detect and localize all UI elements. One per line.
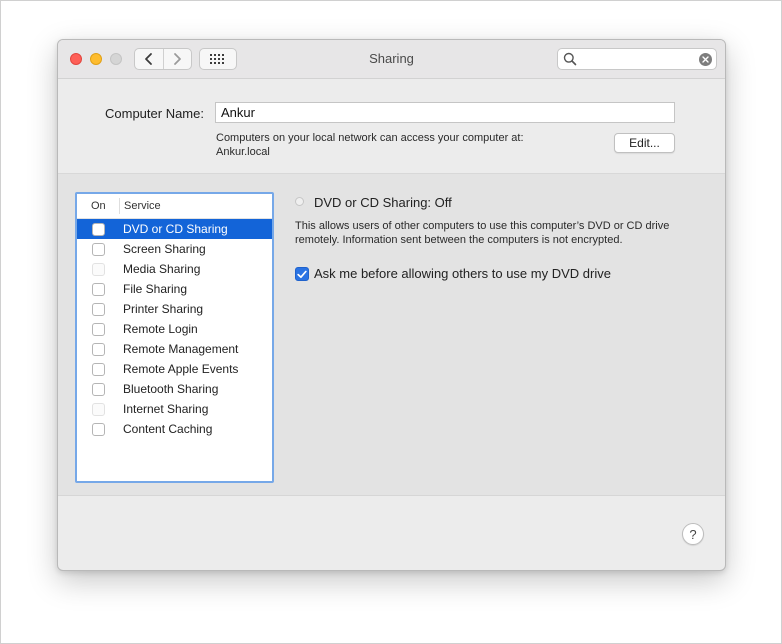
edit-button[interactable]: Edit... [614,133,675,153]
service-checkbox [92,403,105,416]
service-checkbox [92,263,105,276]
column-divider [119,198,120,214]
computer-name-section: Computer Name: Computers on your local n… [58,79,725,174]
service-name: DVD or CD Sharing [123,222,228,236]
service-checkbox[interactable] [92,383,105,396]
service-row-content-caching[interactable]: Content Caching [77,419,272,439]
service-row-media-sharing[interactable]: Media Sharing [77,259,272,279]
service-row-dvd-or-cd-sharing[interactable]: DVD or CD Sharing [77,219,272,239]
network-address-description: Computers on your local network can acce… [216,131,524,159]
service-name: Remote Apple Events [123,362,239,376]
clear-search-button[interactable] [699,53,712,66]
service-status: DVD or CD Sharing: Off [295,195,452,210]
service-row-internet-sharing[interactable]: Internet Sharing [77,399,272,419]
service-row-remote-apple-events[interactable]: Remote Apple Events [77,359,272,379]
service-checkbox[interactable] [92,343,105,356]
service-checkbox[interactable] [92,423,105,436]
service-name: Bluetooth Sharing [123,382,219,396]
service-row-remote-login[interactable]: Remote Login [77,319,272,339]
service-name: File Sharing [123,282,188,296]
local-hostname: Ankur.local [216,146,270,158]
service-row-screen-sharing[interactable]: Screen Sharing [77,239,272,259]
service-name: Content Caching [123,422,213,436]
service-name: Remote Login [123,322,198,336]
service-checkbox[interactable] [92,303,105,316]
sharing-window: Sharing Computer Name: Computers on your… [57,39,726,571]
column-header-on: On [91,200,106,212]
service-name: Printer Sharing [123,302,204,316]
checkmark-icon [297,270,307,278]
service-row-file-sharing[interactable]: File Sharing [77,279,272,299]
service-name: Remote Management [123,342,239,356]
service-list[interactable]: On Service DVD or CD Sharing Screen Shar… [75,192,274,483]
search-icon [563,52,577,66]
service-row-bluetooth-sharing[interactable]: Bluetooth Sharing [77,379,272,399]
ask-before-allowing-label[interactable]: Ask me before allowing others to use my … [314,266,611,281]
service-name: Internet Sharing [123,402,209,416]
service-checkbox[interactable] [92,283,105,296]
column-header-service: Service [124,200,161,212]
service-row-remote-management[interactable]: Remote Management [77,339,272,359]
network-address-text: Computers on your local network can acce… [216,132,524,144]
service-checkbox[interactable] [92,363,105,376]
service-name: Media Sharing [123,262,201,276]
service-name: Screen Sharing [123,242,206,256]
service-list-header: On Service [77,194,272,219]
service-checkbox[interactable] [92,323,105,336]
search-input[interactable] [580,51,694,69]
search-field[interactable] [557,48,717,70]
service-checkbox[interactable] [92,223,105,236]
close-icon [702,56,709,63]
help-button[interactable]: ? [682,523,704,545]
computer-name-label: Computer Name: [105,106,204,121]
service-checkbox[interactable] [92,243,105,256]
service-description: This allows users of other computers to … [295,220,670,246]
services-section: On Service DVD or CD Sharing Screen Shar… [58,174,725,496]
ask-before-allowing-checkbox[interactable] [295,267,309,281]
service-row-printer-sharing[interactable]: Printer Sharing [77,299,272,319]
computer-name-input[interactable] [215,102,675,123]
service-status-text: DVD or CD Sharing: Off [314,195,452,210]
title-bar: Sharing [58,40,725,79]
